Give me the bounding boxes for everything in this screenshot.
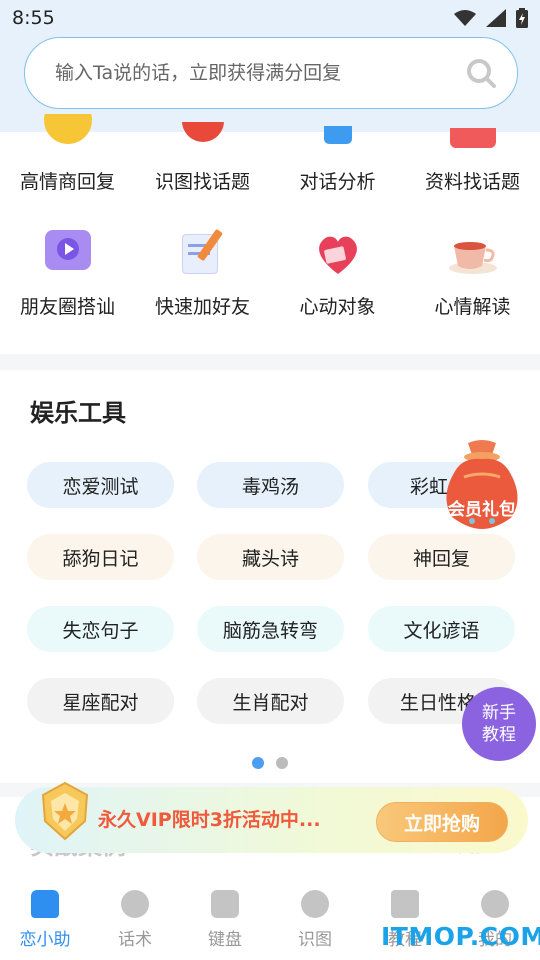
- feature-grid: 高情商回复 识图找话题 对话分析 资料找话题 朋友圈搭讪 快速加好友 心动对象 …: [0, 114, 540, 354]
- vip-banner[interactable]: 永久VIP限时3折活动中... 立即抢购: [15, 781, 528, 853]
- tab-label: 识图: [298, 930, 332, 950]
- video-play-icon: [41, 226, 95, 280]
- gift-label: 会员礼包: [448, 500, 516, 520]
- page-dot-active[interactable]: [252, 757, 264, 769]
- feature-item[interactable]: 对话分析: [270, 126, 405, 194]
- feature-item[interactable]: 朋友圈搭讪: [0, 226, 135, 319]
- page-indicator: [0, 757, 540, 769]
- vip-promo-text: 永久VIP限时3折活动中...: [98, 809, 321, 831]
- tool-pill[interactable]: 星座配对: [27, 678, 174, 724]
- tutorial-line1: 新手: [482, 703, 516, 723]
- heart-letter-icon: [311, 226, 365, 280]
- tab-keyboard[interactable]: 键盘: [180, 876, 270, 960]
- notepad-pencil-icon: [176, 226, 230, 280]
- moon-icon: [43, 114, 92, 154]
- tool-pill[interactable]: 舔狗日记: [27, 534, 174, 580]
- tab-home[interactable]: 恋小助: [0, 876, 90, 960]
- search-icon[interactable]: [465, 57, 497, 89]
- signal-icon: [486, 9, 506, 27]
- tab-label: 恋小助: [19, 930, 71, 950]
- feature-item[interactable]: 高情商回复: [0, 114, 135, 194]
- buy-now-button[interactable]: 立即抢购: [376, 802, 508, 842]
- home-icon: [31, 890, 59, 918]
- search-box[interactable]: [24, 37, 518, 109]
- tool-pill[interactable]: 恋爱测试: [27, 462, 174, 508]
- tutorial-float-button[interactable]: 新手 教程: [462, 687, 536, 761]
- feature-label: 快速加好友: [154, 296, 250, 318]
- keyboard-icon: [211, 890, 239, 918]
- feature-label: 朋友圈搭讪: [19, 296, 115, 318]
- envelope-icon: [449, 128, 496, 148]
- feature-item[interactable]: 快速加好友: [135, 226, 270, 319]
- watermark-text: ITMOP.COM: [381, 922, 540, 951]
- feature-item[interactable]: 识图找话题: [135, 122, 270, 194]
- chat-bubble-icon: [121, 890, 149, 918]
- wifi-icon: [454, 10, 476, 26]
- tab-scripts[interactable]: 话术: [90, 876, 180, 960]
- profile-icon: [481, 890, 509, 918]
- header: 8:55: [0, 0, 540, 132]
- feature-label: 识图找话题: [154, 171, 250, 193]
- feature-label: 对话分析: [299, 171, 376, 193]
- feature-item[interactable]: 心动对象: [270, 226, 405, 319]
- feature-item[interactable]: 心情解读: [405, 226, 540, 319]
- status-bar: 8:55: [0, 0, 540, 36]
- feature-item[interactable]: 资料找话题: [405, 128, 540, 194]
- tool-pill[interactable]: 脑筋急转弯: [197, 606, 344, 652]
- crown-badge-icon: [35, 781, 95, 843]
- search-input[interactable]: [55, 62, 465, 84]
- status-time: 8:55: [12, 7, 55, 29]
- feature-label: 高情商回复: [19, 171, 115, 193]
- battery-icon: [516, 8, 528, 28]
- tool-pill[interactable]: 文化谚语: [368, 606, 515, 652]
- page-dot[interactable]: [276, 757, 288, 769]
- image-search-icon: [181, 122, 224, 144]
- tool-pill[interactable]: 失恋句子: [27, 606, 174, 652]
- feature-label: 资料找话题: [424, 171, 520, 193]
- chat-analysis-icon: [323, 126, 352, 144]
- tab-label: 话术: [118, 930, 152, 950]
- feature-label: 心情解读: [434, 296, 511, 318]
- teacup-icon: [446, 226, 500, 280]
- compass-icon: [301, 890, 329, 918]
- feature-label: 心动对象: [299, 296, 376, 318]
- section-title: 娱乐工具: [30, 399, 126, 427]
- tool-pill[interactable]: 毒鸡汤: [197, 462, 344, 508]
- tab-image-recognition[interactable]: 识图: [270, 876, 360, 960]
- section-divider: [0, 354, 540, 370]
- tool-pill[interactable]: 生肖配对: [197, 678, 344, 724]
- tool-pill[interactable]: 藏头诗: [197, 534, 344, 580]
- tutorial-line2: 教程: [482, 725, 516, 745]
- member-gift-float[interactable]: 会员礼包: [434, 437, 530, 533]
- bookmark-icon: [391, 890, 419, 918]
- tab-label: 键盘: [208, 930, 242, 950]
- tool-pill[interactable]: 神回复: [368, 534, 515, 580]
